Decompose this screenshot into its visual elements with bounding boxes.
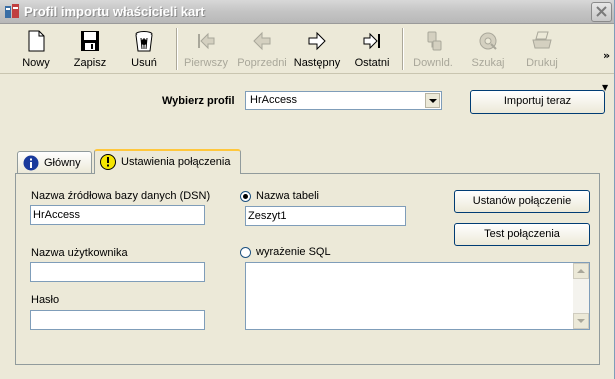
next-arrow-icon	[308, 31, 326, 51]
title-bar: Profil importu właścicieli kart	[0, 0, 614, 24]
download-button[interactable]: Downld.	[407, 24, 459, 74]
scroll-up-arrow-icon[interactable]	[573, 263, 589, 279]
download-label: Downld.	[413, 57, 453, 69]
table-name-radio-label: Nazwa tabeli	[256, 190, 319, 202]
profile-select-label: Wybierz profil	[162, 95, 235, 107]
search-label: Szukaj	[471, 57, 505, 69]
profile-select[interactable]: HrAccess	[245, 91, 442, 110]
set-connection-button[interactable]: Ustanów połączenie	[454, 190, 590, 213]
previous-button[interactable]: Poprzedni	[234, 24, 290, 74]
toolbar-overflow-chevron-icon[interactable]: »	[603, 49, 610, 62]
sql-expression-radio[interactable]	[240, 247, 251, 258]
first-button[interactable]: Pierwszy	[180, 24, 232, 74]
tab-main[interactable]: Główny	[17, 151, 92, 173]
save-button[interactable]: Zapisz	[64, 24, 116, 74]
table-name-radio[interactable]	[240, 191, 251, 202]
tab-connection-settings-label: Ustawienia połączenia	[121, 156, 231, 168]
print-label: Drukuj	[526, 57, 558, 69]
previous-label: Poprzedni	[237, 57, 287, 69]
toolbar-separator	[402, 28, 404, 70]
test-connection-button[interactable]: Test połączenia	[454, 223, 590, 246]
sql-expression-textarea[interactable]	[245, 262, 590, 330]
save-label: Zapisz	[73, 57, 107, 69]
app-icon	[5, 4, 19, 18]
new-label: Nowy	[22, 57, 50, 69]
password-label: Hasło	[31, 294, 60, 306]
download-device-icon	[427, 31, 442, 51]
close-icon	[596, 6, 607, 17]
first-label: Pierwszy	[183, 57, 228, 69]
sql-expression-radio-label: wyrażenie SQL	[256, 246, 331, 258]
last-button[interactable]: Ostatni	[346, 24, 398, 74]
dsn-value: HrAccess	[33, 209, 81, 221]
toolbar: Nowy Zapisz Usuń Pierwszy Poprzedni Nast…	[0, 24, 614, 92]
previous-arrow-icon	[253, 31, 271, 51]
username-label: Nazwa użytkownika	[31, 247, 128, 259]
sql-scrollbar[interactable]	[573, 263, 589, 329]
profile-import-window: Profil importu właścicieli kart Nowy Zap…	[0, 0, 615, 379]
password-field[interactable]	[30, 310, 205, 330]
table-name-field[interactable]: Zeszyt1	[245, 206, 406, 226]
print-button[interactable]: Drukuj	[516, 24, 568, 74]
delete-button[interactable]: Usuń	[118, 24, 170, 74]
profile-select-value: HrAccess	[250, 94, 298, 106]
search-icon	[479, 32, 497, 50]
tab-connection-settings[interactable]: Ustawienia połączenia	[94, 149, 241, 174]
search-button[interactable]: Szukaj	[462, 24, 514, 74]
tab-main-label: Główny	[44, 157, 81, 169]
dropdown-arrow-icon[interactable]	[425, 93, 440, 108]
username-field[interactable]	[30, 262, 205, 282]
dsn-label: Nazwa źródłowa bazy danych (DSN)	[31, 190, 211, 202]
trash-can-icon	[135, 31, 153, 52]
new-document-icon	[28, 30, 45, 52]
warning-icon	[100, 154, 116, 170]
import-now-button[interactable]: Importuj teraz	[470, 90, 605, 114]
toolbar-separator	[176, 28, 178, 70]
first-record-icon	[198, 32, 215, 50]
info-icon	[23, 155, 39, 171]
floppy-disk-icon	[81, 31, 99, 51]
next-label: Następny	[293, 57, 341, 69]
dsn-field[interactable]: HrAccess	[30, 205, 205, 225]
table-name-value: Zeszyt1	[248, 210, 287, 222]
window-title: Profil importu właścicieli kart	[24, 4, 205, 19]
scroll-down-arrow-icon[interactable]	[573, 313, 589, 329]
delete-label: Usuń	[131, 57, 157, 69]
last-record-icon	[363, 32, 380, 50]
new-button[interactable]: Nowy	[10, 24, 62, 74]
close-button[interactable]	[591, 2, 612, 22]
printer-icon	[532, 31, 552, 49]
next-button[interactable]: Następny	[291, 24, 343, 74]
last-label: Ostatni	[354, 57, 390, 69]
